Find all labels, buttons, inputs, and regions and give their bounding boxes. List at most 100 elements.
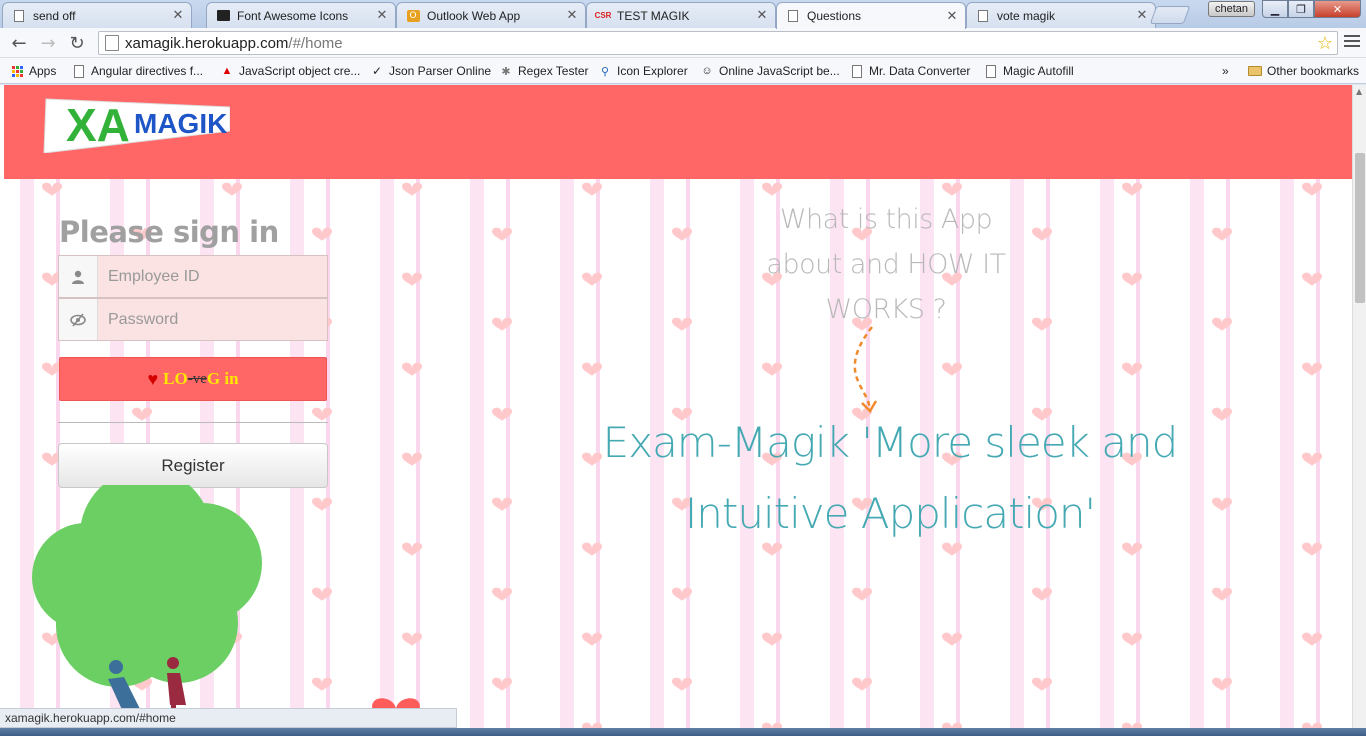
background-heart-icon [492, 677, 512, 691]
windows-taskbar [0, 728, 1366, 736]
how-it-works-link[interactable]: What is this App about and HOW IT WORKS … [746, 197, 1026, 332]
close-icon[interactable]: ✕ [1135, 8, 1149, 23]
bookmark-magic-autofill[interactable]: Magic Autofill [984, 62, 1074, 80]
url-host: xamagik.herokuapp.com [125, 34, 289, 52]
bookmark-label: Json Parser Online [389, 64, 492, 78]
close-icon[interactable]: ✕ [171, 8, 185, 23]
background-heart-icon [1122, 632, 1142, 646]
signin-title: Please sign in [59, 215, 279, 249]
bookmark-json-parser[interactable]: ✓ Json Parser Online [370, 62, 491, 80]
background-heart-icon [492, 227, 512, 241]
tab-outlook[interactable]: O Outlook Web App ✕ [396, 2, 586, 28]
background-heart-icon [672, 317, 692, 331]
background-heart-icon [312, 407, 332, 421]
background-heart-icon [582, 452, 602, 466]
background-heart-icon [312, 227, 332, 241]
background-heart-icon [1302, 182, 1322, 196]
login-label-strike: -ve [187, 370, 207, 387]
close-icon[interactable]: ✕ [755, 8, 769, 23]
background-heart-icon [942, 182, 962, 196]
tab-send-off[interactable]: send off ✕ [2, 2, 192, 28]
site-header: XA MAGIK [4, 85, 1352, 179]
bookmark-javascript-object[interactable]: ▲ JavaScript object cre... [220, 62, 361, 80]
other-bookmarks[interactable]: Other bookmarks [1248, 62, 1359, 80]
browser-toolbar: ← → ↻ xamagik.herokuapp.com/#/home ☆ [0, 28, 1366, 58]
background-heart-icon [222, 182, 242, 196]
employee-id-field [58, 255, 328, 298]
background-heart-icon [402, 452, 422, 466]
background-heart-icon [672, 677, 692, 691]
employee-id-input[interactable] [98, 256, 327, 297]
background-heart-icon [1212, 677, 1232, 691]
chrome-menu-icon[interactable] [1344, 35, 1360, 49]
password-input[interactable] [98, 299, 327, 340]
background-heart-icon [1032, 317, 1052, 331]
background-heart-icon [1302, 272, 1322, 286]
background-heart-icon [582, 542, 602, 556]
register-button[interactable]: Register [58, 443, 328, 488]
background-heart-icon [672, 587, 692, 601]
background-heart-icon [1032, 227, 1052, 241]
login-button[interactable]: ♥ LO -ve G in [59, 357, 327, 401]
outlook-icon: O [405, 9, 421, 23]
tab-vote-magik[interactable]: vote magik ✕ [966, 2, 1156, 28]
bookmark-data-converter[interactable]: Mr. Data Converter [850, 62, 970, 80]
background-heart-icon [1032, 677, 1052, 691]
bookmark-star-icon[interactable]: ☆ [1313, 33, 1337, 54]
bookmark-js-beautifier[interactable]: ☺ Online JavaScript be... [700, 62, 839, 80]
scroll-up-arrow-icon[interactable]: ▲ [1356, 87, 1362, 96]
xamagik-logo[interactable]: XA MAGIK [40, 87, 230, 153]
page-icon [785, 9, 801, 23]
folder-icon [1248, 64, 1262, 78]
background-heart-icon [852, 677, 872, 691]
heart-icon: ♥ [147, 368, 159, 389]
forward-arrow-icon[interactable]: → [37, 32, 59, 54]
background-heart-icon [1302, 542, 1322, 556]
address-bar[interactable]: xamagik.herokuapp.com/#/home ☆ [98, 31, 1338, 55]
window-close-button[interactable]: ✕ [1314, 0, 1361, 18]
url-text[interactable]: xamagik.herokuapp.com/#/home [125, 35, 1313, 52]
user-profile-button[interactable]: chetan [1208, 1, 1256, 17]
background-heart-icon [1032, 587, 1052, 601]
close-icon[interactable]: ✕ [375, 8, 389, 23]
bookmark-icon-explorer[interactable]: ⚲ Icon Explorer [598, 62, 688, 80]
reload-icon[interactable]: ↻ [66, 32, 88, 54]
bookmark-label: Regex Tester [518, 64, 589, 78]
bookmark-label: Magic Autofill [1003, 64, 1074, 78]
page-icon [72, 64, 86, 78]
tab-font-awesome[interactable]: Font Awesome Icons ✕ [206, 2, 396, 28]
page-scrollbar[interactable]: ▲ [1352, 85, 1366, 736]
background-heart-icon [1212, 227, 1232, 241]
background-heart-icon [582, 272, 602, 286]
background-heart-icon [402, 182, 422, 196]
background-heart-icon [942, 632, 962, 646]
bookmark-regex-tester[interactable]: ✱ Regex Tester [499, 62, 588, 80]
new-tab-button[interactable] [1149, 6, 1191, 24]
scrollbar-thumb[interactable] [1355, 153, 1365, 303]
background-heart-icon [42, 182, 62, 196]
tab-title: Font Awesome Icons [237, 8, 349, 23]
bookmarks-overflow-chevron[interactable]: » [1222, 62, 1229, 80]
bookmark-label: Apps [29, 64, 57, 78]
tab-title: vote magik [997, 8, 1056, 23]
back-arrow-icon[interactable]: ← [8, 32, 30, 54]
beautifier-icon: ☺ [701, 65, 713, 77]
background-heart-icon [942, 362, 962, 376]
bookmark-label: Mr. Data Converter [869, 64, 971, 78]
tab-test-magik[interactable]: CSR TEST MAGIK ✕ [586, 2, 776, 28]
tab-questions[interactable]: Questions ✕ [776, 2, 966, 29]
tab-title: Questions [807, 9, 862, 23]
status-bubble: xamagik.herokuapp.com/#home [0, 708, 457, 728]
bookmark-angular-directives[interactable]: Angular directives f... [72, 62, 203, 80]
close-icon[interactable]: ✕ [565, 8, 579, 23]
other-bookmarks-label: Other bookmarks [1267, 64, 1360, 78]
minimize-button[interactable]: ▁ [1262, 0, 1288, 18]
background-heart-icon [582, 632, 602, 646]
page-viewport: XA MAGIK Please sign in ♥ LO -ve G in Re… [0, 85, 1352, 736]
background-heart-icon [492, 407, 512, 421]
close-icon[interactable]: ✕ [945, 9, 959, 24]
bookmark-apps[interactable]: Apps [10, 62, 56, 80]
page-info-icon[interactable] [105, 35, 119, 51]
maximize-button[interactable]: ❐ [1288, 0, 1314, 18]
background-heart-icon [1122, 272, 1142, 286]
